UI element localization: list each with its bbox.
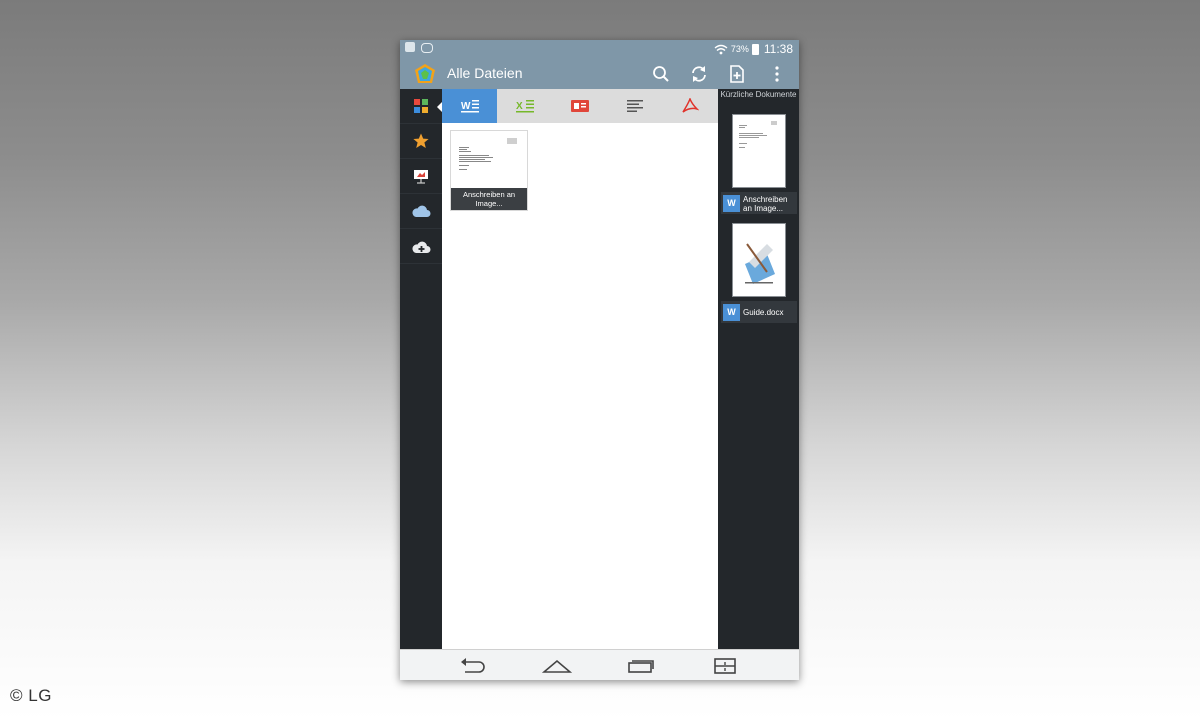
new-document-icon <box>730 65 744 83</box>
cloud-icon <box>412 205 431 217</box>
home-icon <box>542 659 572 673</box>
tab-word[interactable]: W <box>442 89 497 123</box>
left-navigation <box>400 89 443 649</box>
wifi-icon <box>714 44 728 54</box>
recent-apps-icon <box>628 660 654 673</box>
tab-text[interactable] <box>607 89 662 123</box>
back-button[interactable] <box>453 654 493 678</box>
file-type-tabs: W X <box>442 89 718 123</box>
overflow-menu-icon <box>775 66 779 82</box>
document-thumbnail <box>745 243 775 284</box>
recent-documents-title: Kürzliche Dokumente <box>720 90 797 99</box>
nav-favorites[interactable] <box>400 124 442 159</box>
text-document-icon <box>626 100 643 112</box>
recent-item[interactable]: W Anschreiben an Image... <box>721 192 797 214</box>
word-file-icon: W <box>723 304 740 321</box>
overflow-menu-button[interactable] <box>766 63 788 85</box>
polaris-logo-icon[interactable] <box>414 63 436 85</box>
favorites-star-icon <box>413 133 429 148</box>
tab-excel[interactable]: X <box>497 89 552 123</box>
back-icon <box>461 658 485 673</box>
svg-text:X: X <box>516 101 523 112</box>
refresh-button[interactable] <box>688 63 710 85</box>
phone-screen: 73% 11:38 Alle Dateien W X Anschreiben a… <box>400 40 799 680</box>
app-bar: Alle Dateien <box>400 57 799 89</box>
all-files-icon <box>414 99 428 113</box>
recent-apps-button[interactable] <box>621 654 661 678</box>
system-navigation-bar <box>400 649 799 680</box>
menu-icon <box>714 658 736 674</box>
nav-presentations[interactable] <box>400 159 442 194</box>
voicemail-icon <box>421 43 433 53</box>
powerpoint-icon <box>570 100 589 112</box>
battery-icon <box>751 43 759 55</box>
clock: 11:38 <box>763 42 793 56</box>
svg-text:W: W <box>461 101 471 112</box>
document-thumbnail <box>451 131 527 188</box>
home-button[interactable] <box>537 654 577 678</box>
recent-item[interactable]: W Guide.docx <box>721 301 797 323</box>
notification-icon <box>405 42 415 52</box>
tab-pdf[interactable] <box>662 89 717 123</box>
nav-cloud-upload[interactable] <box>400 229 442 264</box>
word-file-icon: W <box>723 195 740 212</box>
file-name: Anschreiben an Image... <box>451 188 527 210</box>
new-document-button[interactable] <box>726 63 748 85</box>
excel-icon: X <box>515 100 534 113</box>
status-bar: 73% 11:38 <box>400 40 799 57</box>
battery-percent: 73% <box>730 44 749 54</box>
word-icon: W <box>460 100 479 113</box>
menu-button[interactable] <box>705 654 745 678</box>
file-list: Anschreiben an Image... <box>442 123 718 649</box>
search-button[interactable] <box>650 63 672 85</box>
presentation-icon <box>414 169 428 184</box>
recent-thumbnail[interactable] <box>732 114 786 188</box>
pdf-icon <box>681 98 699 113</box>
search-icon <box>653 66 669 82</box>
cloud-upload-icon <box>412 241 431 253</box>
recent-documents-panel: Kürzliche Dokumente W Anschreiben an Ima… <box>718 89 799 649</box>
recent-item-label: Guide.docx <box>743 308 784 317</box>
file-tile[interactable]: Anschreiben an Image... <box>450 130 528 211</box>
tab-powerpoint[interactable] <box>552 89 607 123</box>
refresh-icon <box>692 66 706 82</box>
nav-cloud[interactable] <box>400 194 442 229</box>
copyright-credit: © LG <box>10 686 52 705</box>
page-title: Alle Dateien <box>447 65 523 81</box>
recent-thumbnail[interactable] <box>732 223 786 297</box>
nav-all-files[interactable] <box>400 89 443 124</box>
document-thumbnail <box>739 121 777 148</box>
recent-item-label: Anschreiben an Image... <box>743 195 788 213</box>
